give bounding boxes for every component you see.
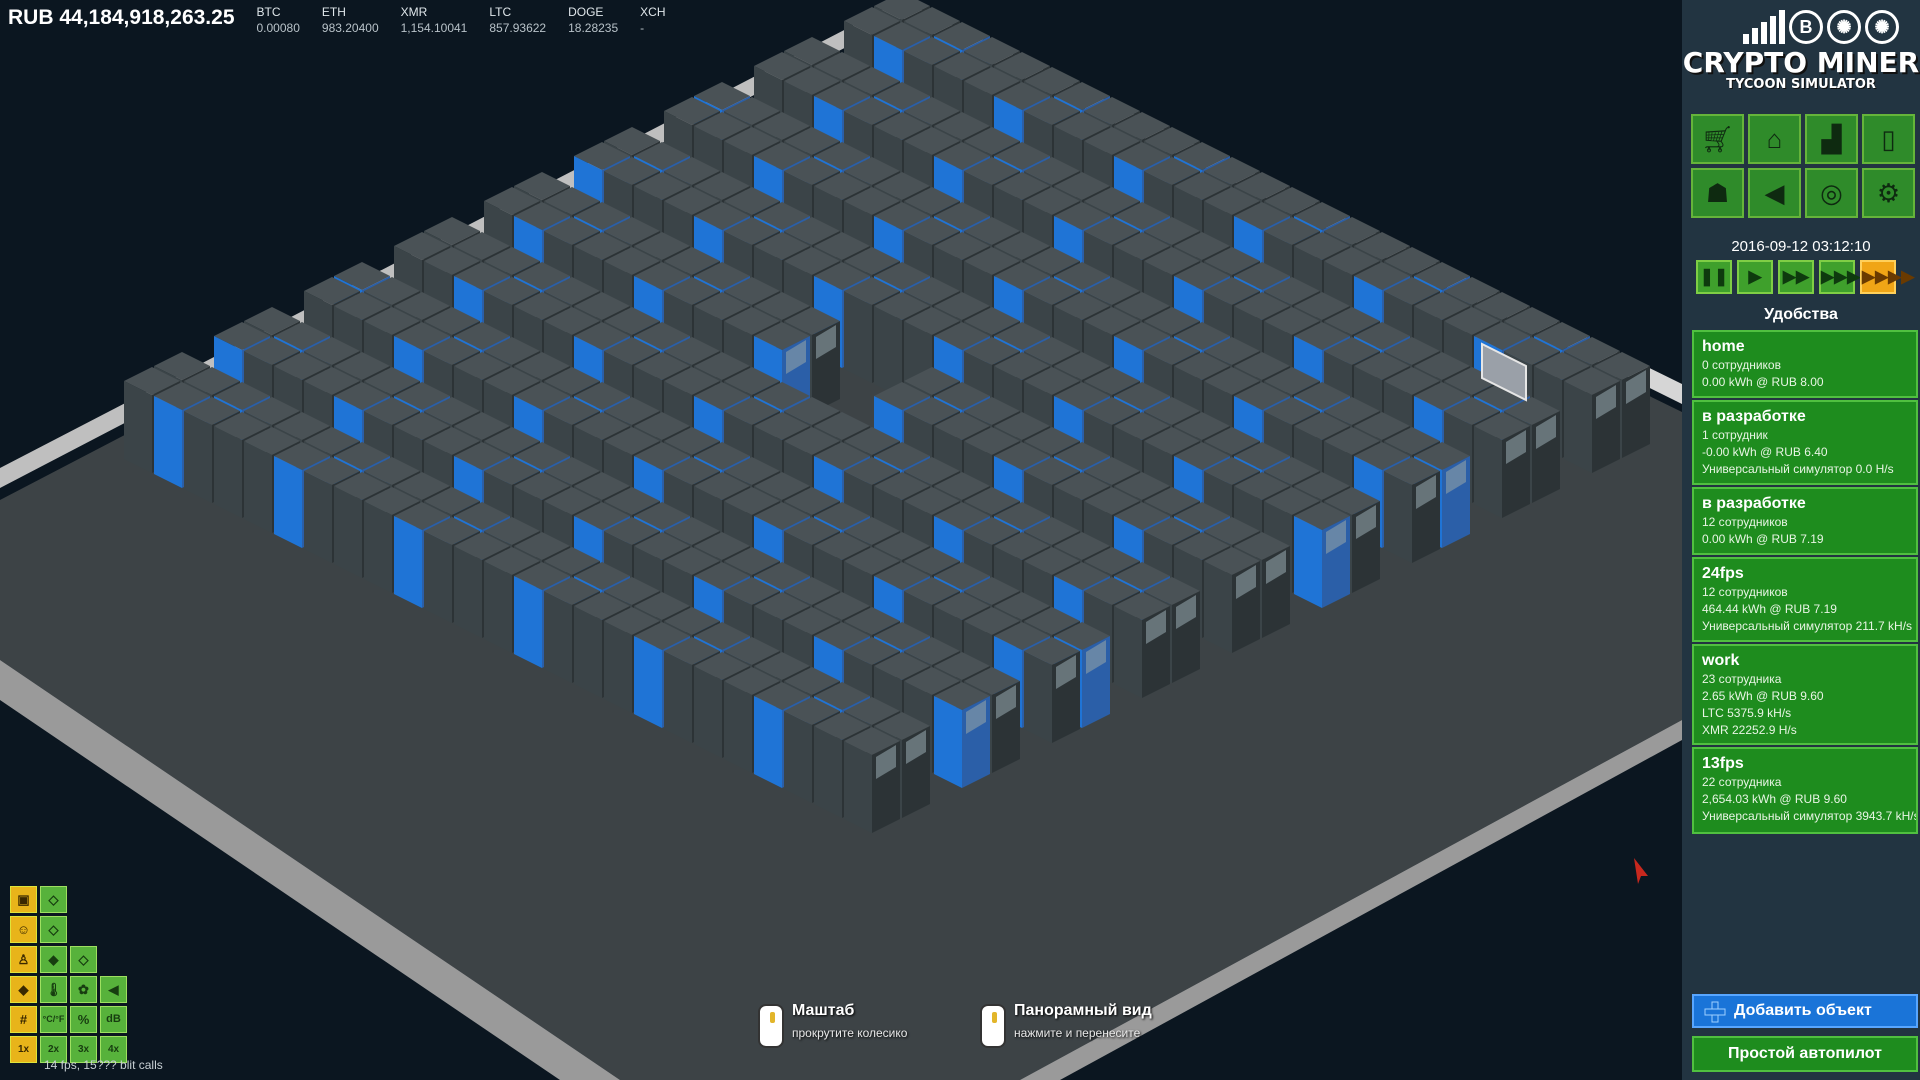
facility-line: 2,654.03 kWh @ RUB 9.60 — [1702, 792, 1847, 806]
floor-layer-icon[interactable]: ◇ — [40, 916, 67, 943]
server-rack — [1114, 592, 1170, 698]
fan-icon[interactable]: ✿ — [70, 976, 97, 1003]
facilities-heading: Удобства — [1764, 306, 1838, 323]
facility-card[interactable]: в разработке 12 сотрудников 0.00 kWh @ R… — [1692, 487, 1918, 555]
add-object-label: Добавить объект — [1734, 1002, 1872, 1019]
server-rack — [1204, 547, 1260, 653]
facility-name: work — [1702, 652, 1740, 669]
facility-name: 13fps — [1702, 755, 1744, 772]
sound-icon[interactable]: ◀ — [100, 976, 127, 1003]
facility-line: 0.00 kWh @ RUB 8.00 — [1702, 375, 1824, 389]
zoom-hint-title: Маштаб — [792, 1002, 855, 1019]
stats-icon[interactable]: ▟ — [1805, 114, 1858, 164]
faster-button[interactable]: ▶▶▶ — [1819, 260, 1860, 294]
fast-forward-button[interactable]: ▶▶ — [1778, 260, 1814, 294]
layer-icon[interactable]: ◆ — [40, 946, 67, 973]
coin-doge: DOGE 18.28235 — [568, 5, 619, 35]
facility-line: Универсальный симулятор 3943.7 kH/s — [1702, 809, 1918, 823]
server-rack — [1474, 412, 1530, 518]
zoom-hint-sub: прокрутите колесико — [792, 1026, 908, 1040]
gear-coin-icon: ✺ — [1827, 10, 1861, 44]
bitcoin-icon: B — [1789, 10, 1823, 44]
facility-line: XMR 22252.9 H/s — [1702, 723, 1797, 737]
layer-icon[interactable]: ◆ — [10, 976, 37, 1003]
pan-hint-title: Панорамный вид — [1014, 1002, 1152, 1019]
facility-line: 2.65 kWh @ RUB 9.60 — [1702, 689, 1824, 703]
facility-name: в разработке — [1702, 408, 1806, 425]
coin-eth: ETH 983.20400 — [321, 5, 379, 35]
facility-line: 23 сотрудника — [1702, 672, 1782, 686]
top-bar: RUB 44,184,918,263.25 BTC 0.00080 ETH 983.… — [8, 4, 688, 36]
shop-cart-icon[interactable]: 🛒︎ — [1691, 114, 1744, 164]
facility-card[interactable]: 13fps 22 сотрудника 2,654.03 kWh @ RUB 9… — [1692, 747, 1918, 834]
autopilot-button[interactable]: Простой автопилот — [1692, 1036, 1918, 1072]
game-logo: B ✺ ✺ CRYPTO MINER TYCOON SIMULATOR — [1682, 10, 1920, 110]
debug-fps: 14 fps, 15??? blit calls — [44, 1058, 163, 1072]
zoom-1x-icon[interactable]: 1x — [10, 1036, 37, 1063]
plus-icon — [1704, 1001, 1726, 1023]
facility-card[interactable]: home 0 сотрудников 0.00 kWh @ RUB 8.00 — [1692, 330, 1918, 398]
server-rack — [1384, 457, 1440, 563]
megaphone-icon[interactable]: ◀ — [1748, 168, 1801, 218]
layer-icon[interactable]: ◇ — [70, 946, 97, 973]
logo-title: CRYPTO MINER — [1682, 46, 1920, 79]
temperature-unit-icon[interactable]: °C/°F — [40, 1006, 67, 1033]
build-icon[interactable]: ▣ — [10, 886, 37, 913]
worker-icon[interactable]: ☺ — [10, 916, 37, 943]
facility-card[interactable]: work 23 сотрудника 2.65 kWh @ RUB 9.60 L… — [1692, 644, 1918, 745]
facility-name: 24fps — [1702, 565, 1744, 582]
coin-ltc: LTC 857.93622 — [489, 5, 547, 35]
floor-layer-icon[interactable]: ◇ — [40, 886, 67, 913]
pan-hint-sub: нажмите и перенесите — [1014, 1026, 1141, 1040]
phone-icon[interactable]: ▯ — [1862, 114, 1915, 164]
speed-controls: ❚❚ ▶ ▶▶ ▶▶▶ ▶▶▶▶ — [1696, 260, 1914, 294]
server-rack — [934, 682, 990, 788]
facility-card[interactable]: 24fps 12 сотрудников 464.44 kWh @ RUB 7.… — [1692, 557, 1918, 642]
facility-line: 12 сотрудников — [1702, 515, 1788, 529]
facility-line: 1 сотрудник — [1702, 428, 1768, 442]
facility-line: LTC 5375.9 kH/s — [1702, 706, 1792, 720]
balance: RUB 44,184,918,263.25 — [8, 6, 235, 29]
coin-btc: BTC 0.00080 — [256, 5, 300, 35]
facility-line: 22 сотрудника — [1702, 775, 1782, 789]
facility-name: в разработке — [1702, 495, 1806, 512]
play-button[interactable]: ▶ — [1737, 260, 1773, 294]
facility-line: 0.00 kWh @ RUB 7.19 — [1702, 532, 1824, 546]
coin-xmr: XMR 1,154.10041 — [400, 5, 468, 35]
facility-line: Универсальный симулятор 0.0 H/s — [1702, 462, 1894, 476]
facility-line: -0.00 kWh @ RUB 6.40 — [1702, 445, 1828, 459]
facility-card[interactable]: в разработке 1 сотрудник -0.00 kWh @ RUB… — [1692, 400, 1918, 485]
facility-line: 464.44 kWh @ RUB 7.19 — [1702, 602, 1837, 616]
thermometer-icon[interactable]: 🌡︎ — [40, 976, 67, 1003]
server-rack — [844, 727, 900, 833]
gear-icon[interactable]: ⚙ — [1862, 168, 1915, 218]
pause-button[interactable]: ❚❚ — [1696, 260, 1732, 294]
logo-subtitle: TYCOON SIMULATOR — [1726, 77, 1876, 92]
chair-icon[interactable]: ♙ — [10, 946, 37, 973]
server-rack — [1294, 502, 1350, 608]
server-rack — [1024, 637, 1080, 743]
target-icon[interactable]: ◎ — [1805, 168, 1858, 218]
humidity-icon[interactable]: % — [70, 1006, 97, 1033]
server-rack — [1564, 367, 1620, 473]
mouse-scroll-icon — [758, 1004, 784, 1048]
mouse-drag-icon — [980, 1004, 1006, 1048]
signal-bars-icon — [1743, 10, 1785, 44]
gear-coin-icon: ✺ — [1865, 10, 1899, 44]
facility-line: 0 сотрудников — [1702, 358, 1781, 372]
datacenter-scene[interactable] — [0, 0, 1682, 1080]
building-icon[interactable]: ⌂ — [1748, 114, 1801, 164]
game-clock: 2016-09-12 03:12:10 — [1731, 238, 1871, 255]
coin-xch: XCH - — [640, 5, 666, 35]
side-panel: B ✺ ✺ CRYPTO MINER TYCOON SIMULATOR 🛒︎ ⌂… — [1682, 0, 1920, 1080]
person-icon[interactable]: ☗ — [1691, 168, 1744, 218]
facility-line: Универсальный симулятор 211.7 kH/s — [1702, 619, 1913, 633]
fastest-button[interactable]: ▶▶▶▶ — [1860, 260, 1914, 294]
facility-line: 12 сотрудников — [1702, 585, 1788, 599]
noise-icon[interactable]: dB — [100, 1006, 127, 1033]
grid-toggle-icon[interactable]: # — [10, 1006, 37, 1033]
add-object-button[interactable]: Добавить объект — [1692, 994, 1918, 1028]
menu-grid: 🛒︎ ⌂ ▟ ▯ ☗ ◀ ◎ ⚙ — [1691, 114, 1915, 218]
facility-name: home — [1702, 338, 1745, 355]
